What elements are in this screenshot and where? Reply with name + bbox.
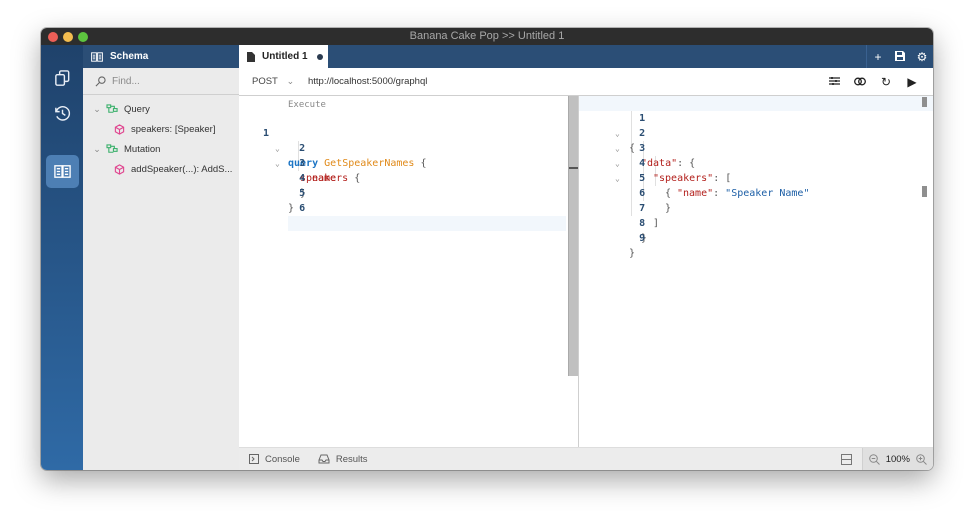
title-bar: Banana Cake Pop >> Untitled 1 [41,28,933,45]
activity-schema-button[interactable] [46,155,79,188]
status-bar: Console Results 100% [239,447,933,470]
chevron-down-icon[interactable]: ⌄ [91,144,103,155]
window-title: Banana Cake Pop >> Untitled 1 [409,30,565,42]
result-line: 4 ⌄ { [615,158,672,199]
subscription-icon[interactable] [847,75,873,89]
console-button[interactable]: Console [249,454,300,465]
request-actions: ↻ ▶ [821,68,925,96]
app-window: Banana Cake Pop >> Untitled 1 Schema Fin… [41,28,933,470]
url-input[interactable]: http://localhost:5000/graphql [308,76,427,87]
book-icon [54,165,71,178]
field-cube-icon [114,123,125,135]
method-select[interactable]: POST ⌄ [252,76,308,87]
document-icon [247,51,255,62]
result-line: 1 ⌄ { [579,96,933,154]
result-line: 9 } [629,233,646,259]
tab-actions: + ⚙ [866,45,933,68]
console-label: Console [265,453,300,465]
maximize-window-button[interactable] [78,32,88,42]
editor-line: 4 } [299,173,307,199]
terminal-icon [249,454,259,464]
result-scroll-marker[interactable] [922,97,927,107]
chevron-down-icon: ⌄ [286,76,295,86]
results-label: Results [335,453,368,465]
execute-codelens[interactable]: Execute [288,100,326,110]
activity-bar [41,45,83,470]
search-icon [95,75,106,86]
results-button[interactable]: Results [318,454,368,465]
history-icon [55,106,71,121]
sidebar-header: Schema [83,45,239,68]
editor-line: 5 } [288,188,306,214]
scrollbar-thumb[interactable] [568,96,579,376]
activity-history-button[interactable] [46,97,79,130]
settings-icon[interactable] [821,75,847,89]
activity-documents-button[interactable] [46,62,79,95]
find-input[interactable]: Find... [83,68,239,95]
layout-split-icon[interactable] [840,454,852,465]
request-bar: POST ⌄ http://localhost:5000/graphql ↻ ▶ [239,68,933,96]
book-icon [91,51,103,62]
query-editor[interactable]: Execute 1 ⌄ query GetSpeakerNames { 2 ⌄ … [239,96,566,447]
zoom-in-icon[interactable] [916,454,927,465]
tree-item-mutation[interactable]: ⌄ Mutation [83,139,239,159]
tree-label: speakers: [Speaker] [131,123,216,135]
save-icon[interactable] [889,50,911,64]
close-window-button[interactable] [48,32,58,42]
method-value: POST [252,76,278,87]
result-line: 6 } [639,188,672,214]
copy-icon [55,70,70,86]
editor-line: 2 ⌄ speakers { [275,143,361,184]
find-placeholder: Find... [112,75,140,87]
refresh-icon[interactable]: ↻ [873,75,899,89]
editor-line: 1 ⌄ query GetSpeakerNames { [262,128,427,169]
run-icon[interactable]: ▶ [899,75,925,89]
tab-label: Untitled 1 [262,51,308,62]
result-line: 7 ] [639,203,660,229]
tab-bar: Untitled 1 + ⚙ [239,45,933,68]
result-viewer: 1 ⌄ { 2 ⌄ "data": { 3 ⌄ "speakers": [ 4 … [579,96,933,447]
tree-item-query[interactable]: ⌄ Query [83,99,239,119]
unsaved-dot-icon[interactable] [316,53,323,60]
field-cube-icon [114,163,125,175]
zoom-out-icon[interactable] [868,454,880,465]
editor-scrollbar[interactable] [566,96,579,447]
sidebar-title: Schema [110,51,149,62]
type-root-icon [106,143,118,153]
result-line: 2 ⌄ "data": { [615,128,696,169]
editor-line: 3 name [299,158,337,184]
tree-item-add-speaker[interactable]: addSpeaker(...): AddS... [83,159,239,179]
schema-sidebar: Schema Find... ⌄ Query speakers: [Speake… [83,45,239,470]
editor-line: 6 [239,186,566,231]
tree-label: Mutation [124,143,161,155]
zoom-level: 100% [885,454,910,465]
tree-item-speakers[interactable]: speakers: [Speaker] [83,119,239,139]
result-scroll-marker[interactable] [922,186,927,197]
plus-icon[interactable]: + [867,50,889,64]
gear-icon[interactable]: ⚙ [911,50,933,64]
chevron-down-icon[interactable]: ⌄ [91,104,103,115]
minimize-window-button[interactable] [63,32,73,42]
status-right: 100% [840,448,933,470]
result-line: 3 ⌄ "speakers": [ [615,143,732,184]
zoom-control: 100% [861,448,933,470]
tab-untitled-1[interactable]: Untitled 1 [239,45,328,68]
result-line: 5 "name": "Speaker Name" [639,173,810,199]
inbox-icon [318,454,330,464]
tree-label: Query [124,103,150,115]
result-line: 8 } [639,218,648,244]
type-root-icon [106,103,118,113]
tree-label: addSpeaker(...): AddS... [131,163,233,175]
